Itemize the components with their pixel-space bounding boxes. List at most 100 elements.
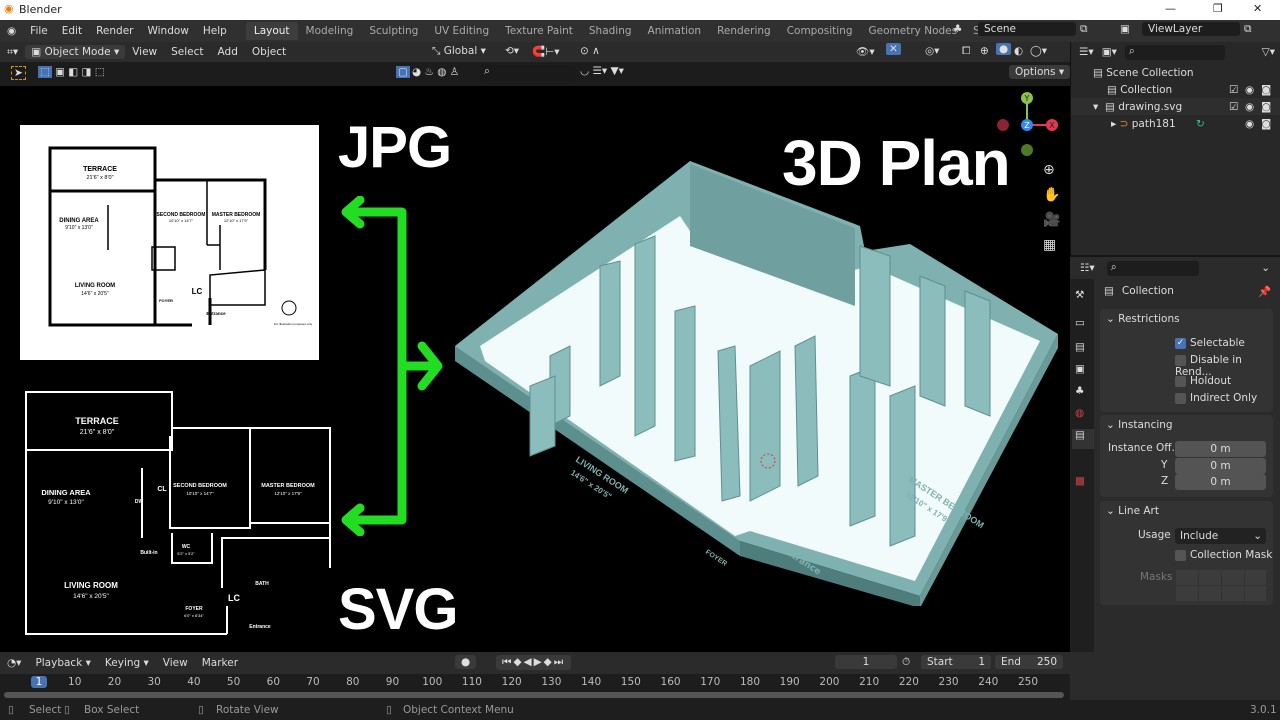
scene-icon[interactable]: ♣ (953, 23, 962, 35)
select-new-icon[interactable]: ⬚ (38, 66, 52, 78)
editor-type-icon[interactable]: ☷▾ (1080, 262, 1095, 274)
menu-view[interactable]: View (125, 46, 164, 58)
tab-modeling[interactable]: Modeling (298, 22, 362, 40)
gizmo-y-label[interactable]: Y (1024, 94, 1030, 103)
collection-tab-icon[interactable]: ▤ (1072, 429, 1094, 449)
material-shading-icon[interactable]: ◐ (1014, 45, 1023, 57)
mode-dropdown[interactable]: ▣ Object Mode ▾ (25, 45, 126, 59)
restrictions-header[interactable]: ⌄ Restrictions (1100, 309, 1273, 329)
instancing-header[interactable]: ⌄ Instancing (1100, 415, 1273, 435)
options-dropdown[interactable]: Options ▾ (1009, 65, 1071, 79)
selectable-checkbox[interactable]: ✓ Selectable (1175, 337, 1245, 349)
eye-icon[interactable]: ◉ (1245, 101, 1254, 113)
view-layer-icon[interactable]: ▣ (1120, 23, 1130, 35)
visibility-icon[interactable]: 👁▾ (856, 45, 875, 58)
pivot-icon[interactable]: ⟲▾ (505, 45, 519, 57)
menu-marker[interactable]: Marker (195, 657, 245, 669)
exclude-checkbox[interactable]: ☑ (1229, 84, 1238, 96)
xray-icon[interactable]: ⧠ (962, 45, 970, 58)
select-tool-icon[interactable]: ➤ (11, 66, 26, 80)
render-camera-icon[interactable]: ◙ (1261, 101, 1271, 113)
object-type-mesh-icon[interactable]: ▢ (396, 66, 410, 78)
line-art-header[interactable]: ⌄ Line Art (1100, 501, 1273, 521)
gizmo-x-label[interactable]: X (1049, 121, 1055, 130)
scene-tab-icon[interactable]: ♣ (1075, 385, 1084, 397)
rendered-shading-icon[interactable]: ◯▾ (1030, 45, 1047, 57)
filter-icon[interactable]: ▽▾ (1262, 46, 1275, 58)
new-view-layer-icon[interactable]: ⧉ (1244, 23, 1252, 36)
usage-dropdown[interactable]: Include ⌄ (1175, 528, 1266, 544)
options-chevron[interactable]: ⌄ (1261, 262, 1270, 274)
instance-offset-z-field[interactable]: 0 m (1175, 474, 1266, 490)
wireframe-shading-icon[interactable]: ⊕ (980, 45, 989, 57)
pin-icon[interactable]: 📌 (1258, 285, 1271, 298)
view-layer-tab-icon[interactable]: ▣ (1075, 363, 1085, 375)
tab-rendering[interactable]: Rendering (709, 22, 779, 40)
zoom-icon[interactable]: ⊕ (1043, 162, 1055, 178)
3d-viewport[interactable]: TERRACE 21'6" x 8'0" DINING AREA 9'10" x… (0, 86, 1070, 652)
instance-offset-y-field[interactable]: 0 m (1175, 458, 1266, 474)
render-camera-icon[interactable]: ◙ (1261, 84, 1271, 96)
output-tab-icon[interactable]: ▤ (1075, 341, 1085, 353)
exclude-checkbox[interactable]: ☑ (1229, 101, 1238, 113)
gizmo-toggle-icon[interactable]: ✕ (886, 43, 901, 55)
tab-shading[interactable]: Shading (581, 22, 640, 40)
camera-icon[interactable]: 🎥 (1043, 212, 1060, 228)
end-frame-field[interactable]: End 250 (995, 655, 1063, 669)
outliner-row-drawing-svg[interactable]: ▾ ▤ drawing.svg ☑ ◉ ◙ (1071, 98, 1280, 115)
menu-help[interactable]: Help (196, 25, 234, 37)
close-button[interactable]: ✕ (1253, 2, 1262, 15)
expand-arrow-icon[interactable]: ▾ (1093, 101, 1105, 113)
outliner-row-collection[interactable]: ▤ Collection ☑ ◉ ◙ (1071, 81, 1280, 98)
frame-ruler[interactable]: 1 10 20 30 40 50 60 70 80 90 100 110 120 130 140 150 160… (0, 676, 1070, 692)
menu-add[interactable]: Add (211, 46, 245, 58)
view-layer-selector[interactable]: ViewLayer (1142, 22, 1240, 36)
scene-selector[interactable]: Scene (978, 22, 1076, 36)
collection-mask-checkbox[interactable]: Collection Mask (1175, 549, 1272, 561)
editor-type-icon[interactable]: ⌗▾ (0, 46, 25, 59)
tab-sculpting[interactable]: Sculpting (361, 22, 426, 40)
filter-dropdowns[interactable]: ◡ ☰▾ ▼▾ (580, 65, 624, 77)
tab-layout[interactable]: Layout (245, 22, 298, 40)
maximize-button[interactable]: ❐ (1213, 2, 1223, 15)
tab-texture-paint[interactable]: Texture Paint (497, 22, 581, 40)
current-frame-marker[interactable]: 1 (31, 676, 47, 688)
texture-tab-icon[interactable]: ▩ (1075, 475, 1085, 487)
menu-object[interactable]: Object (245, 46, 293, 58)
timeline-scrollbar[interactable] (4, 692, 1064, 698)
menu-file[interactable]: File (23, 25, 55, 37)
orientation-dropdown[interactable]: ⤡ Global ▾ (432, 45, 486, 58)
tab-geometry-nodes[interactable]: Geometry Nodes (861, 22, 966, 40)
select-mode-icons[interactable]: ▣ ◧ ◨ ⬚ (55, 66, 105, 78)
proportional-edit-icon[interactable]: ⊙ ∧ (580, 45, 600, 57)
outliner-row-path181[interactable]: ▸ ⊃ path181 ↻ ◉ ◙ (1071, 115, 1280, 132)
menu-render[interactable]: Render (89, 25, 140, 37)
auto-keying-button[interactable]: ● (455, 655, 477, 669)
menu-select[interactable]: Select (164, 46, 210, 58)
minimize-button[interactable]: — (1165, 2, 1176, 15)
playback-controls[interactable]: ⏮◆◀▶◆⏭ (496, 655, 572, 670)
blender-menu-icon[interactable]: ◉ (0, 25, 23, 37)
snap-icon[interactable]: 🧲⊢▾ (532, 45, 560, 58)
object-type-icons[interactable]: ◕ ♨ ◍ ♙ (412, 66, 459, 78)
world-tab-icon[interactable]: ◍ (1075, 407, 1084, 419)
solid-shading-icon[interactable]: ● (996, 43, 1012, 55)
render-camera-icon[interactable]: ◙ (1261, 118, 1271, 130)
stopwatch-icon[interactable]: ⏱ (902, 656, 910, 669)
indirect-only-checkbox[interactable]: Indirect Only (1175, 392, 1257, 404)
menu-keying[interactable]: Keying ▾ (98, 657, 156, 669)
outliner-search-input[interactable]: ⌕ (1124, 44, 1225, 60)
menu-playback[interactable]: Playback ▾ (28, 657, 97, 669)
properties-search-input[interactable]: ⌕ (1106, 260, 1199, 276)
menu-window[interactable]: Window (140, 25, 195, 37)
menu-view[interactable]: View (156, 657, 195, 669)
view-layer-filter-icon[interactable]: ▣▾ (1102, 46, 1117, 58)
tab-uv-editing[interactable]: UV Editing (426, 22, 497, 40)
gizmo-z-label[interactable]: Z (1024, 121, 1030, 130)
display-mode-icon[interactable]: ☰▾ (1079, 46, 1094, 58)
new-scene-icon[interactable]: ⧉ (1080, 23, 1088, 36)
menu-edit[interactable]: Edit (55, 25, 89, 37)
render-tab-icon[interactable]: ▭ (1075, 317, 1085, 329)
tab-compositing[interactable]: Compositing (779, 22, 861, 40)
tab-animation[interactable]: Animation (640, 22, 710, 40)
